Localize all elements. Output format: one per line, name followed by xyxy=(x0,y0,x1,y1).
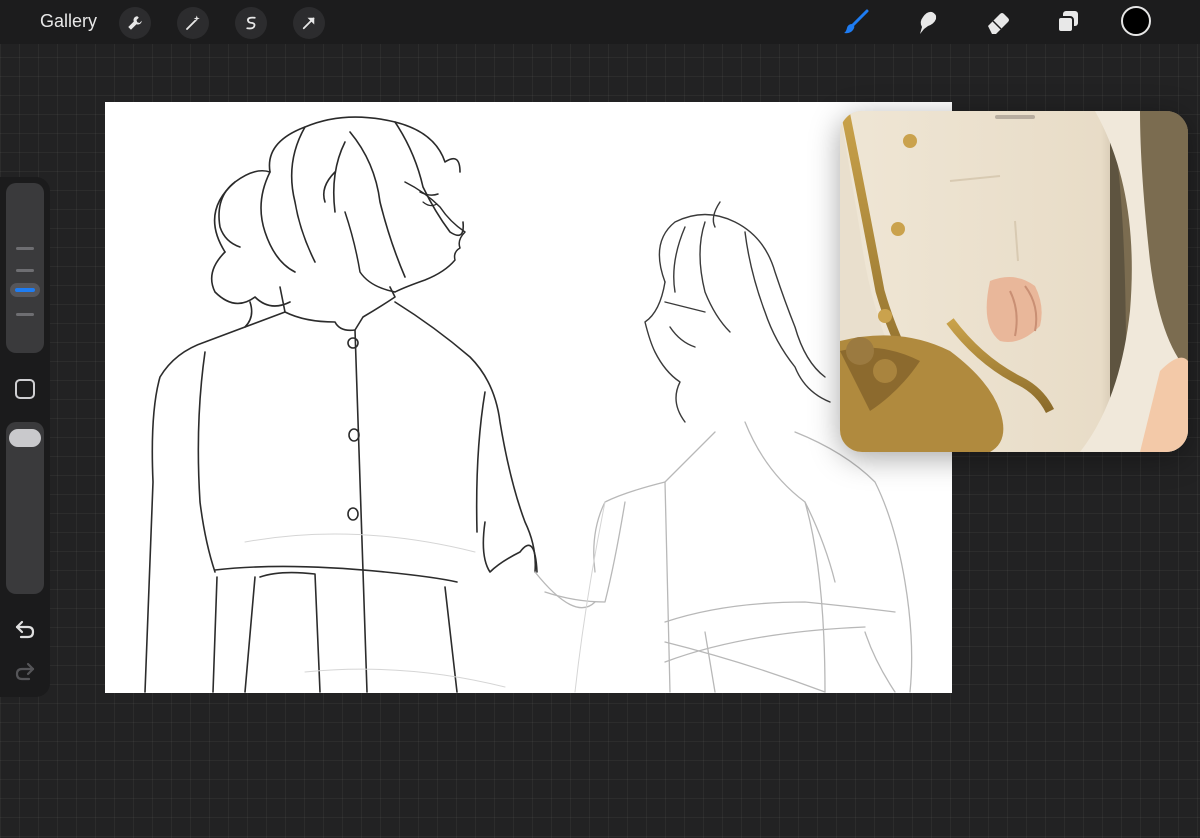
undo-icon[interactable] xyxy=(13,617,37,641)
brush-size-slider[interactable] xyxy=(6,183,44,353)
gallery-button[interactable]: Gallery xyxy=(40,11,97,32)
slider-tick xyxy=(16,247,34,250)
brush-icon xyxy=(844,9,869,34)
transform-arrow-icon xyxy=(302,17,315,30)
slider-tick xyxy=(16,313,34,316)
brush-button[interactable] xyxy=(840,6,872,38)
actions-button[interactable] xyxy=(119,7,151,39)
smudge-button[interactable] xyxy=(910,6,942,38)
adjustments-button[interactable] xyxy=(177,7,209,39)
redo-icon[interactable] xyxy=(13,659,37,683)
modify-button[interactable] xyxy=(15,379,35,399)
wrench-icon xyxy=(128,16,142,30)
smudge-icon xyxy=(920,11,937,34)
layers-button[interactable] xyxy=(1052,6,1084,38)
slider-tick xyxy=(16,269,34,272)
eraser-icon xyxy=(988,13,1009,34)
reference-window[interactable] xyxy=(840,111,1188,452)
sketch-artwork xyxy=(144,116,913,693)
brush-size-indicator xyxy=(15,288,35,292)
opacity-slider[interactable] xyxy=(6,422,44,594)
opacity-handle[interactable] xyxy=(9,429,41,447)
reference-photo xyxy=(840,111,1188,452)
magic-wand-icon xyxy=(186,15,200,30)
transform-button[interactable] xyxy=(293,7,325,39)
sidebar xyxy=(0,177,50,697)
layers-icon xyxy=(1057,11,1078,33)
drawing-canvas[interactable] xyxy=(105,102,952,693)
selection-button[interactable] xyxy=(235,7,267,39)
brush-size-handle[interactable] xyxy=(10,283,40,297)
color-picker-button[interactable] xyxy=(1121,6,1151,36)
eraser-button[interactable] xyxy=(982,6,1014,38)
top-toolbar: Gallery xyxy=(0,0,1200,44)
selection-icon xyxy=(246,16,256,30)
reference-grabber[interactable] xyxy=(995,115,1035,119)
